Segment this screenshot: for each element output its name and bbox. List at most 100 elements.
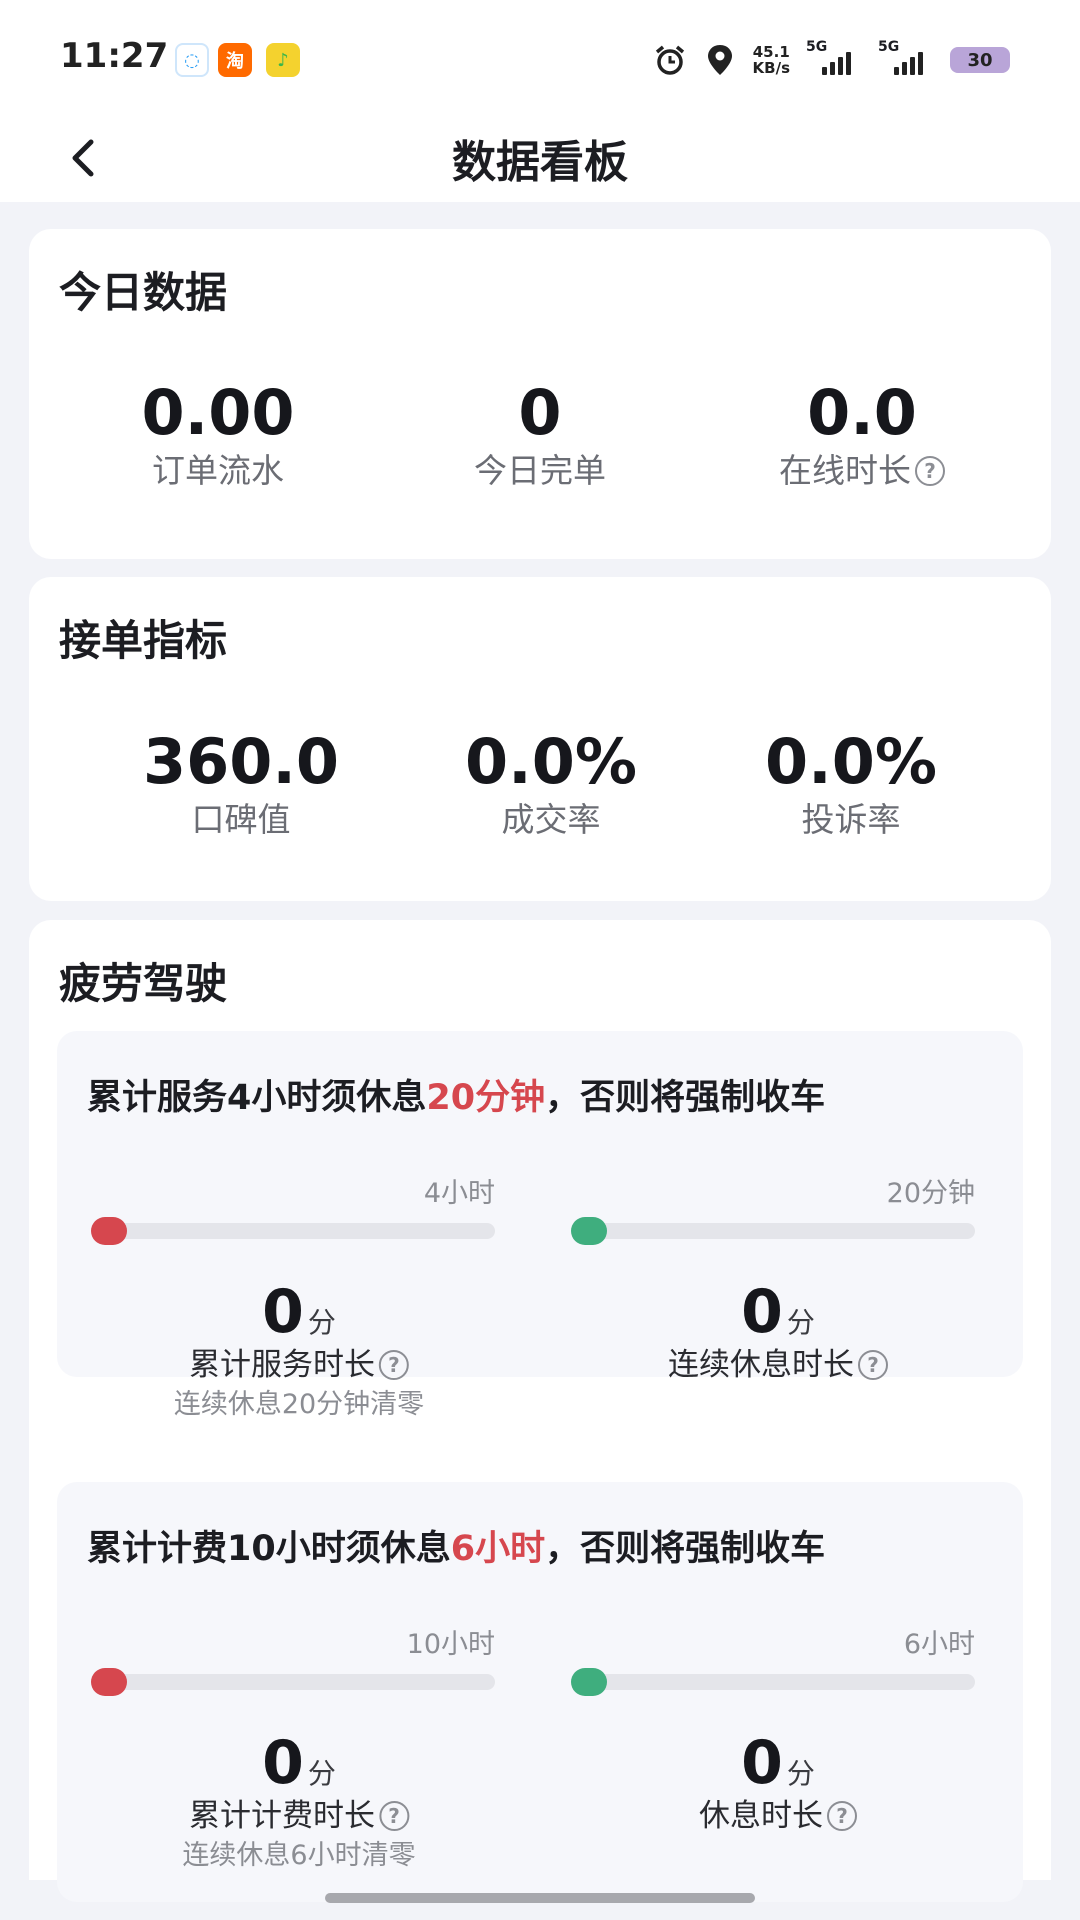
taobao-icon: 淘 xyxy=(218,43,252,77)
stat-value: 0.0 xyxy=(807,376,917,449)
card-title: 今日数据 xyxy=(59,268,228,317)
metric-value: 0 xyxy=(262,1277,304,1347)
signal-icon: 5G xyxy=(878,39,934,75)
battery-level: 30 xyxy=(967,49,993,71)
fatigue-rule-card: 累计服务4小时须休息20分钟，否则将强制收车 4小时 20分钟 0分 累计服务时… xyxy=(57,1031,1023,1420)
metric-value: 0 xyxy=(262,1728,304,1798)
metric-value-row: 0分 xyxy=(182,1730,415,1796)
help-icon[interactable]: ? xyxy=(858,1350,888,1380)
stat-deal-rate[interactable]: 0.0% 成交率 xyxy=(465,725,637,841)
bar-max-label: 10小时 xyxy=(406,1629,495,1660)
stat-label-text: 投诉率 xyxy=(801,800,901,839)
rule-text-part: ，否则将强制收车 xyxy=(545,1078,826,1118)
rule-text-part: 累计计费10小时须休息 xyxy=(87,1529,451,1569)
home-indicator[interactable] xyxy=(325,1893,755,1903)
metric-name: 累计计费时长 ? xyxy=(182,1796,415,1836)
bar-max-label: 4小时 xyxy=(423,1178,495,1209)
metric-value-row: 0分 xyxy=(174,1279,424,1345)
stat-value: 0.0% xyxy=(465,725,637,798)
signal-icon: 5G xyxy=(806,39,862,75)
rule-text-part: ，否则将强制收车 xyxy=(545,1529,826,1569)
signal-label: 5G xyxy=(806,39,828,55)
help-icon[interactable]: ? xyxy=(378,1350,409,1380)
stat-online-duration[interactable]: 0.0 在线时长 ? xyxy=(779,376,945,492)
metric-name-text: 休息时长 xyxy=(699,1798,823,1834)
stat-label-text: 口碑值 xyxy=(191,800,291,839)
order-metrics-card: 接单指标 360.0 口碑值 0.0% 成交率 0.0% 投诉率 xyxy=(29,577,1051,901)
stat-label-text: 今日完单 xyxy=(474,451,606,490)
stat-label: 今日完单 xyxy=(474,450,606,492)
stat-label: 口碑值 xyxy=(143,799,339,841)
stat-value: 360.0 xyxy=(142,725,340,798)
fatigue-rule-card: 累计计费10小时须休息6小时，否则将强制收车 10小时 6小时 0分 累计计费时… xyxy=(57,1482,1023,1902)
metric-unit: 分 xyxy=(786,1757,815,1790)
stat-label: 订单流水 xyxy=(142,450,295,492)
bar-track xyxy=(91,1668,495,1696)
battery-icon: 30 xyxy=(950,47,1010,73)
bar-track xyxy=(571,1217,975,1245)
metric-service-duration: 0分 累计服务时长 ? 连续休息20分钟清零 xyxy=(174,1279,424,1425)
bar-knob xyxy=(91,1668,127,1696)
metric-name-text: 连续休息时长 xyxy=(668,1347,854,1383)
bar-knob xyxy=(91,1217,127,1245)
network-speed-value: 45.1 xyxy=(752,43,790,61)
rule-text: 累计计费10小时须休息6小时，否则将强制收车 xyxy=(87,1520,825,1571)
rule-text-part: 累计服务4小时须休息 xyxy=(87,1078,427,1118)
metric-value: 0 xyxy=(741,1277,783,1347)
network-speed: 45.1 KB/s xyxy=(753,44,790,76)
metric-billing-duration: 0分 累计计费时长 ? 连续休息6小时清零 xyxy=(182,1730,415,1876)
bar-knob xyxy=(571,1217,607,1245)
help-icon[interactable]: ? xyxy=(379,1801,409,1831)
bar-max-label: 6小时 xyxy=(903,1629,975,1660)
stat-label: 在线时长 ? xyxy=(779,450,945,492)
metric-unit: 分 xyxy=(307,1306,336,1339)
card-title: 接单指标 xyxy=(59,616,228,665)
stat-value: 0 xyxy=(518,376,562,449)
today-data-card: 今日数据 0.00 订单流水 0 今日完单 0.0 在线时长 ? xyxy=(29,229,1051,559)
stat-reputation[interactable]: 360.0 口碑值 xyxy=(143,725,339,841)
bar-track xyxy=(91,1217,495,1245)
stat-label: 投诉率 xyxy=(765,799,937,841)
stat-label-text: 在线时长 xyxy=(779,451,911,490)
app-header: 数据看板 xyxy=(0,110,1080,202)
stat-value: 0.00 xyxy=(141,376,295,449)
location-icon xyxy=(703,43,737,77)
metric-value-row: 0分 xyxy=(699,1730,857,1796)
bar-track xyxy=(571,1668,975,1696)
stat-complaint-rate[interactable]: 0.0% 投诉率 xyxy=(765,725,937,841)
bar-knob xyxy=(571,1668,607,1696)
alarm-icon xyxy=(653,43,687,77)
stat-order-revenue[interactable]: 0.00 订单流水 xyxy=(142,376,295,492)
metric-rest-time: 0分 休息时长 ? xyxy=(699,1730,857,1836)
page-title: 数据看板 xyxy=(452,137,628,188)
card-title: 疲劳驾驶 xyxy=(59,959,228,1008)
fatigue-driving-card: 疲劳驾驶 累计服务4小时须休息20分钟，否则将强制收车 4小时 20分钟 0分 … xyxy=(29,920,1051,1902)
metric-value: 0 xyxy=(741,1728,783,1798)
stat-value: 0.0% xyxy=(765,725,937,798)
metric-name: 连续休息时长 ? xyxy=(668,1345,888,1385)
network-speed-unit: KB/s xyxy=(752,59,790,77)
stat-label: 成交率 xyxy=(465,799,637,841)
metric-unit: 分 xyxy=(307,1757,336,1790)
metric-note: 连续休息6小时清零 xyxy=(182,1840,416,1871)
messenger-icon: ◌ xyxy=(175,43,209,77)
metric-name: 累计服务时长 ? xyxy=(174,1345,424,1385)
metric-name-text: 累计计费时长 xyxy=(189,1798,375,1834)
metric-note: 连续休息20分钟清零 xyxy=(173,1389,425,1420)
rule-text: 累计服务4小时须休息20分钟，否则将强制收车 xyxy=(87,1069,825,1120)
help-icon[interactable]: ? xyxy=(915,456,945,486)
stat-label-text: 订单流水 xyxy=(151,451,284,490)
bar-max-label: 20分钟 xyxy=(886,1178,975,1209)
help-icon[interactable]: ? xyxy=(827,1801,857,1831)
rule-text-highlight: 6小时 xyxy=(450,1529,546,1569)
signal-label: 5G xyxy=(878,39,900,55)
metric-unit: 分 xyxy=(786,1306,815,1339)
metric-value-row: 0分 xyxy=(668,1279,888,1345)
stat-completed-orders[interactable]: 0 今日完单 xyxy=(474,376,606,492)
metric-name: 休息时长 ? xyxy=(699,1796,857,1836)
stat-label-text: 成交率 xyxy=(501,800,601,839)
rule-text-highlight: 20分钟 xyxy=(426,1078,546,1118)
metric-rest-duration: 0分 连续休息时长 ? xyxy=(668,1279,888,1385)
metric-name-text: 累计服务时长 xyxy=(188,1347,375,1383)
status-time: 11:27 xyxy=(60,36,169,76)
